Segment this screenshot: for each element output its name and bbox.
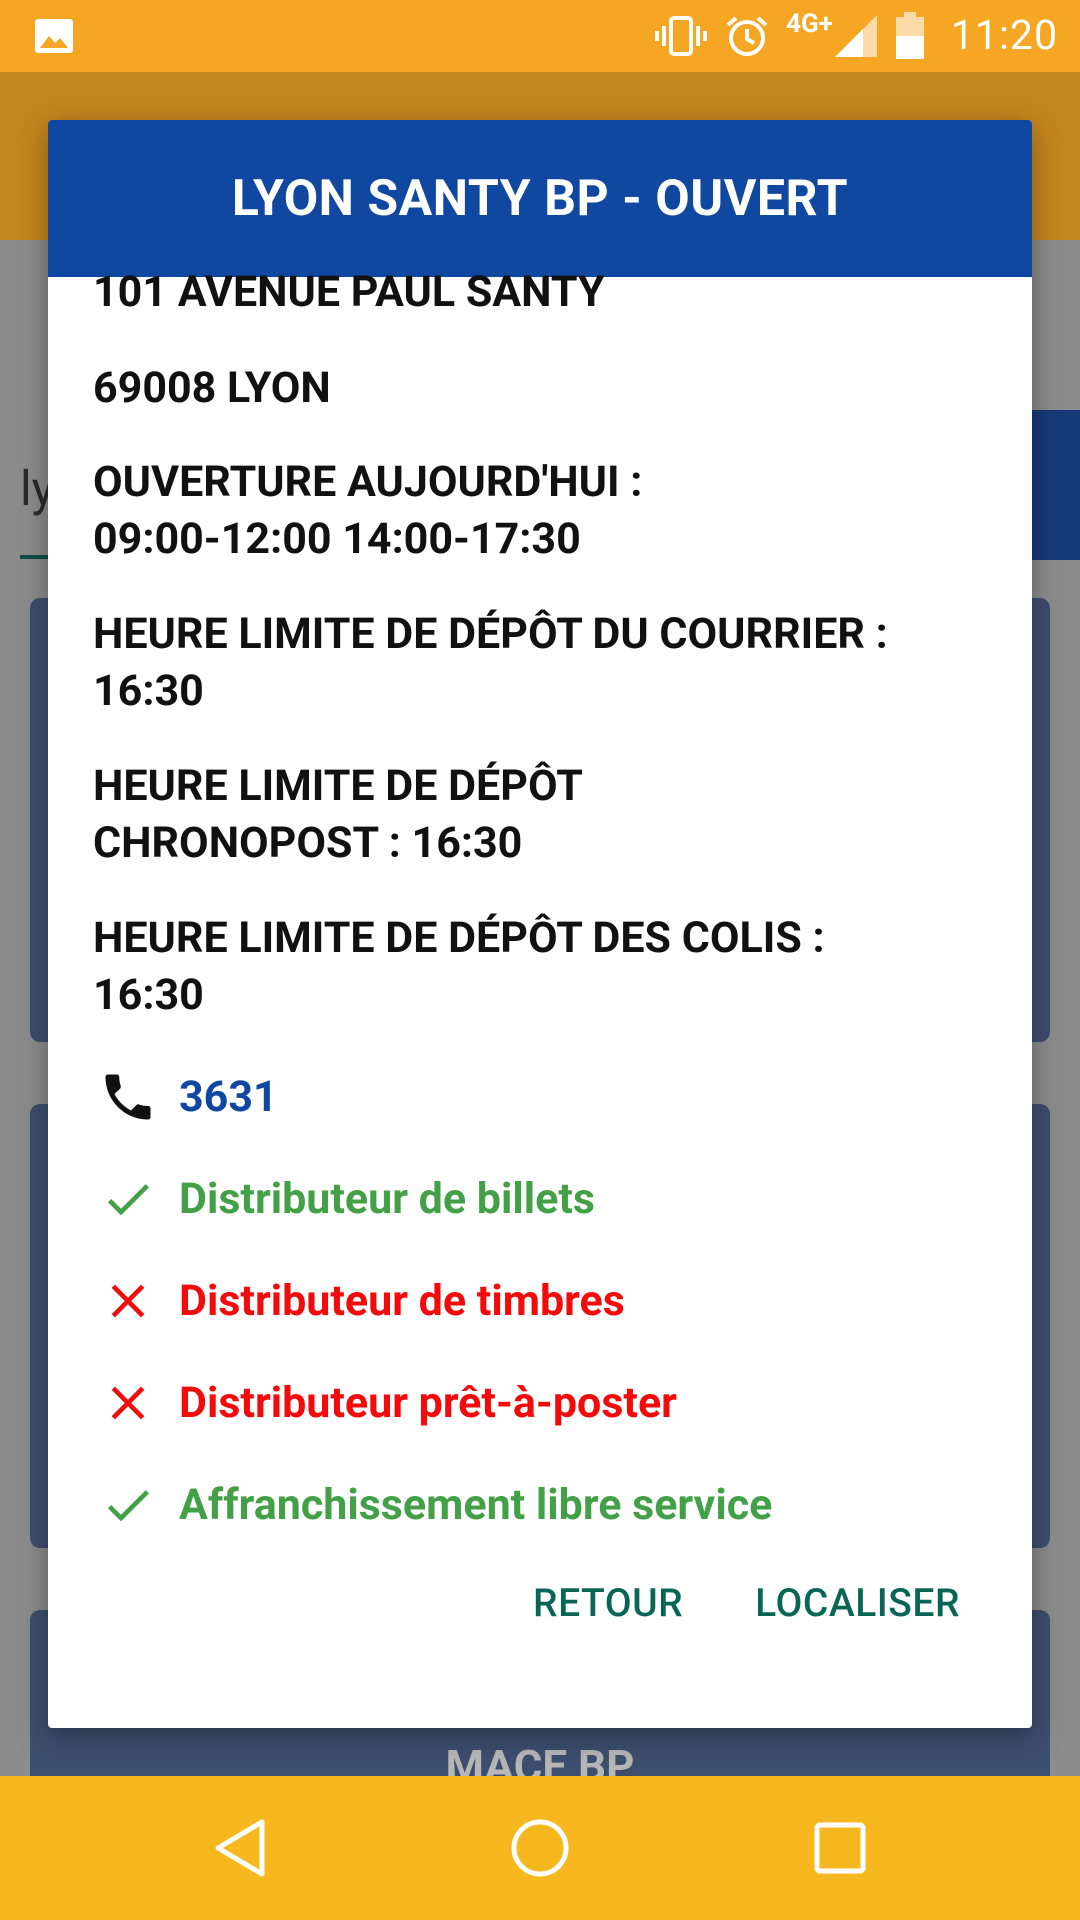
post-office-dialog: LYON SANTY BP - OUVERT 101 AVENUE PAUL S…: [48, 120, 1032, 1728]
mail-deadline-time: 16:30: [93, 666, 204, 716]
status-bar: 4G+ 11:20: [0, 0, 1080, 72]
signal-icon: [834, 15, 877, 57]
recents-square-icon: [814, 1822, 866, 1874]
back-nav-button[interactable]: [198, 1806, 282, 1890]
chronopost-deadline-label: HEURE LIMITE DE DÉPÔT: [93, 761, 583, 811]
mail-deadline: HEURE LIMITE DE DÉPÔT DU COURRIER : 16:3…: [93, 606, 1013, 720]
image-icon: [35, 19, 73, 53]
battery-icon: [895, 12, 924, 59]
cross-icon: [93, 1368, 163, 1438]
service-item-cash-dispenser: Distributeur de billets: [93, 1164, 595, 1234]
service-item-self-service-postage: Affranchissement libre service: [93, 1470, 772, 1540]
status-icons: 4G+ 11:20: [654, 0, 1058, 72]
alarm-icon: [726, 16, 768, 56]
back-triangle-icon: [215, 1819, 265, 1877]
service-label: Affranchissement libre service: [179, 1480, 773, 1530]
search-button[interactable]: [1032, 410, 1080, 560]
cross-icon: [93, 1266, 163, 1336]
service-label: Distributeur de timbres: [179, 1276, 625, 1326]
navigation-bar: [0, 1776, 1080, 1920]
chronopost-deadline: HEURE LIMITE DE DÉPÔT CHRONOPOST : 16:30: [93, 758, 1013, 872]
parcel-deadline-time: 16:30: [93, 970, 204, 1020]
dialog-title: LYON SANTY BP - OUVERT: [48, 120, 1032, 277]
phone-row[interactable]: 3631: [93, 1062, 278, 1132]
opening-hours: OUVERTURE AUJOURD'HUI : 09:00-12:00 14:0…: [93, 454, 1013, 568]
chronopost-deadline-label2: CHRONOPOST : 16:30: [93, 818, 523, 868]
clock: 11:20: [950, 12, 1058, 60]
service-item-prepaid-dispenser: Distributeur prêt-à-poster: [93, 1368, 677, 1438]
back-button[interactable]: RETOUR: [533, 1580, 683, 1626]
address-line: 101 AVENUE PAUL SANTY: [93, 267, 605, 317]
service-label: Distributeur prêt-à-poster: [179, 1378, 677, 1428]
city-line: 69008 LYON: [93, 363, 331, 413]
mail-deadline-label: HEURE LIMITE DE DÉPÔT DU COURRIER :: [93, 609, 888, 659]
parcel-deadline-label: HEURE LIMITE DE DÉPÔT DES COLIS :: [93, 913, 825, 963]
opening-label: OUVERTURE AUJOURD'HUI :: [93, 457, 643, 507]
home-circle-icon: [511, 1819, 569, 1877]
vibrate-icon: [655, 16, 708, 56]
network-type: 4G+: [786, 9, 833, 39]
service-item-stamp-dispenser: Distributeur de timbres: [93, 1266, 625, 1336]
dialog-actions: RETOUR LOCALISER: [533, 1580, 960, 1626]
service-label: Distributeur de billets: [179, 1174, 595, 1224]
phone-number-link[interactable]: 3631: [179, 1072, 278, 1122]
home-nav-button[interactable]: [498, 1806, 582, 1890]
locate-button[interactable]: LOCALISER: [755, 1580, 960, 1626]
opening-hours-value: 09:00-12:00 14:00-17:30: [93, 514, 581, 564]
recents-nav-button[interactable]: [798, 1806, 882, 1890]
parcel-deadline: HEURE LIMITE DE DÉPÔT DES COLIS : 16:30: [93, 910, 1013, 1024]
check-icon: [93, 1164, 163, 1234]
check-icon: [93, 1470, 163, 1540]
phone-icon: [93, 1062, 163, 1132]
